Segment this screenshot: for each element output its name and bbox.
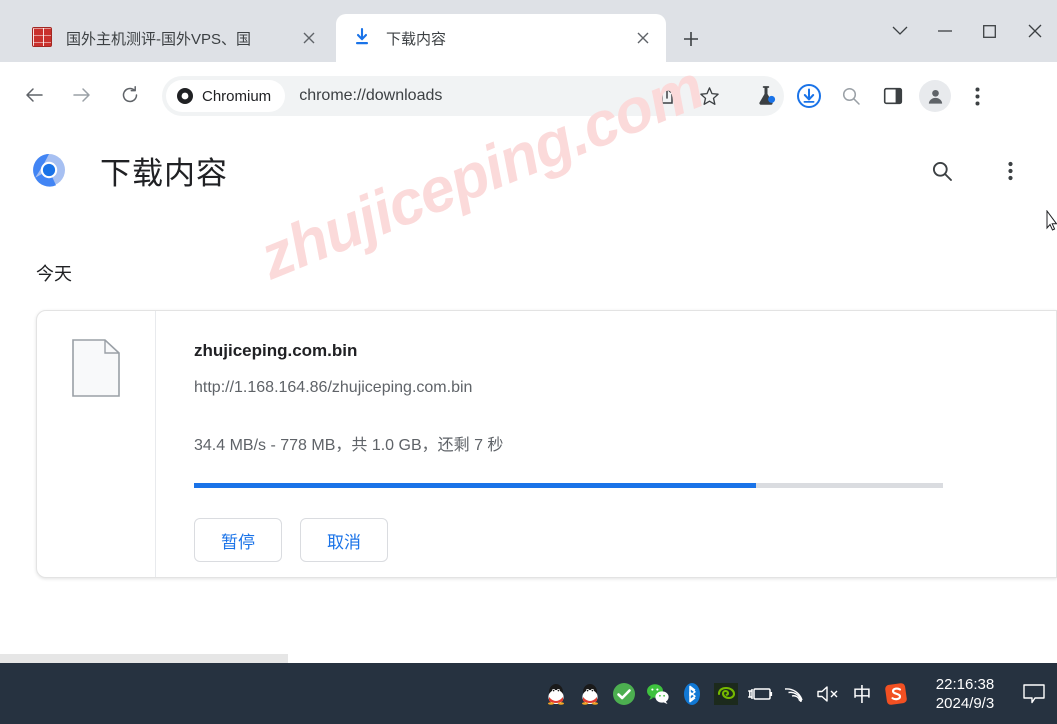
- system-tray: 中: [539, 663, 913, 724]
- close-icon[interactable]: [296, 25, 322, 51]
- search-icon[interactable]: [830, 76, 872, 116]
- wifi-icon[interactable]: [777, 663, 811, 724]
- url-text: chrome://downloads: [299, 87, 443, 104]
- generic-file-icon: [72, 339, 120, 397]
- taskbar: 中 22:16:38 2024/9/3: [0, 663, 1057, 724]
- chromium-icon: [177, 88, 193, 104]
- page-title: 下载内容: [100, 156, 228, 191]
- file-icon-column: [37, 311, 156, 577]
- bluetooth-icon[interactable]: [675, 663, 709, 724]
- ime-chinese-icon[interactable]: 中: [845, 663, 879, 724]
- tab-strip: 国外主机测评-国外VPS、国 下载内容: [0, 0, 1057, 62]
- browser-window: 国外主机测评-国外VPS、国 下载内容 Chromium chrome://do…: [0, 0, 1057, 663]
- search-icon[interactable]: [922, 151, 962, 191]
- reload-icon[interactable]: [110, 75, 150, 115]
- download-details: zhujiceping.com.bin http://1.168.164.86/…: [156, 311, 1056, 577]
- profile-avatar-icon[interactable]: [914, 76, 956, 116]
- download-progress-fill: [194, 483, 756, 488]
- experiments-flask-icon[interactable]: [746, 76, 788, 116]
- screen: 国外主机测评-国外VPS、国 下载内容 Chromium chrome://do…: [0, 0, 1057, 724]
- chromium-logo: [33, 154, 65, 187]
- notification-bubble-icon[interactable]: [1011, 663, 1057, 724]
- toolbar-icons: [646, 76, 998, 116]
- mouse-cursor: [1046, 210, 1057, 231]
- taskbar-clock[interactable]: 22:16:38 2024/9/3: [919, 663, 1011, 724]
- forward-arrow-icon[interactable]: [62, 75, 102, 115]
- download-item: zhujiceping.com.bin http://1.168.164.86/…: [36, 310, 1057, 578]
- maximize-button[interactable]: [967, 0, 1012, 62]
- tab-title: 国外主机测评-国外VPS、国: [66, 30, 252, 48]
- tab-search-button[interactable]: [877, 0, 922, 62]
- download-progress-bar: [194, 483, 943, 488]
- clock-date: 2024/9/3: [935, 694, 995, 712]
- section-today-label: 今天: [36, 264, 72, 284]
- download-file-name[interactable]: zhujiceping.com.bin: [194, 341, 1056, 361]
- tab-title: 下载内容: [386, 30, 447, 48]
- download-icon: [352, 27, 374, 49]
- download-status-text: 34.4 MB/s - 778 MB，共 1.0 GB，还剩 7 秒: [194, 437, 504, 454]
- more-vert-icon[interactable]: [990, 151, 1030, 191]
- window-controls: [877, 0, 1057, 62]
- download-source-url: http://1.168.164.86/zhujiceping.com.bin: [194, 379, 473, 396]
- volume-muted-icon[interactable]: [811, 663, 845, 724]
- side-panel-icon[interactable]: [872, 76, 914, 116]
- bookmark-star-icon[interactable]: [688, 76, 730, 116]
- new-tab-button[interactable]: [676, 24, 706, 54]
- clock-time: 22:16:38: [935, 675, 995, 693]
- battery-charging-icon[interactable]: [743, 663, 777, 724]
- chromium-chip[interactable]: Chromium: [166, 80, 286, 112]
- minimize-button[interactable]: [922, 0, 967, 62]
- cancel-button[interactable]: 取消: [300, 518, 388, 562]
- avatar: [919, 80, 951, 112]
- chip-label: Chromium: [202, 87, 272, 105]
- downloads-icon[interactable]: [788, 76, 830, 116]
- qq-icon[interactable]: [539, 663, 573, 724]
- tab-site[interactable]: 国外主机测评-国外VPS、国: [16, 14, 332, 62]
- close-icon[interactable]: [630, 25, 656, 51]
- wechat-icon[interactable]: [641, 663, 675, 724]
- back-arrow-icon[interactable]: [14, 75, 54, 115]
- browser-menu-icon[interactable]: [956, 76, 998, 116]
- qq-secondary-icon[interactable]: [573, 663, 607, 724]
- close-button[interactable]: [1012, 0, 1057, 62]
- pause-button[interactable]: 暂停: [194, 518, 282, 562]
- nvidia-icon[interactable]: [709, 663, 743, 724]
- tab-downloads[interactable]: 下载内容: [336, 14, 666, 62]
- download-actions: 暂停 取消: [194, 518, 1056, 562]
- sogou-input-icon[interactable]: [879, 663, 913, 724]
- security-check-icon[interactable]: [607, 663, 641, 724]
- site-favicon: [32, 27, 54, 49]
- share-icon[interactable]: [646, 76, 688, 116]
